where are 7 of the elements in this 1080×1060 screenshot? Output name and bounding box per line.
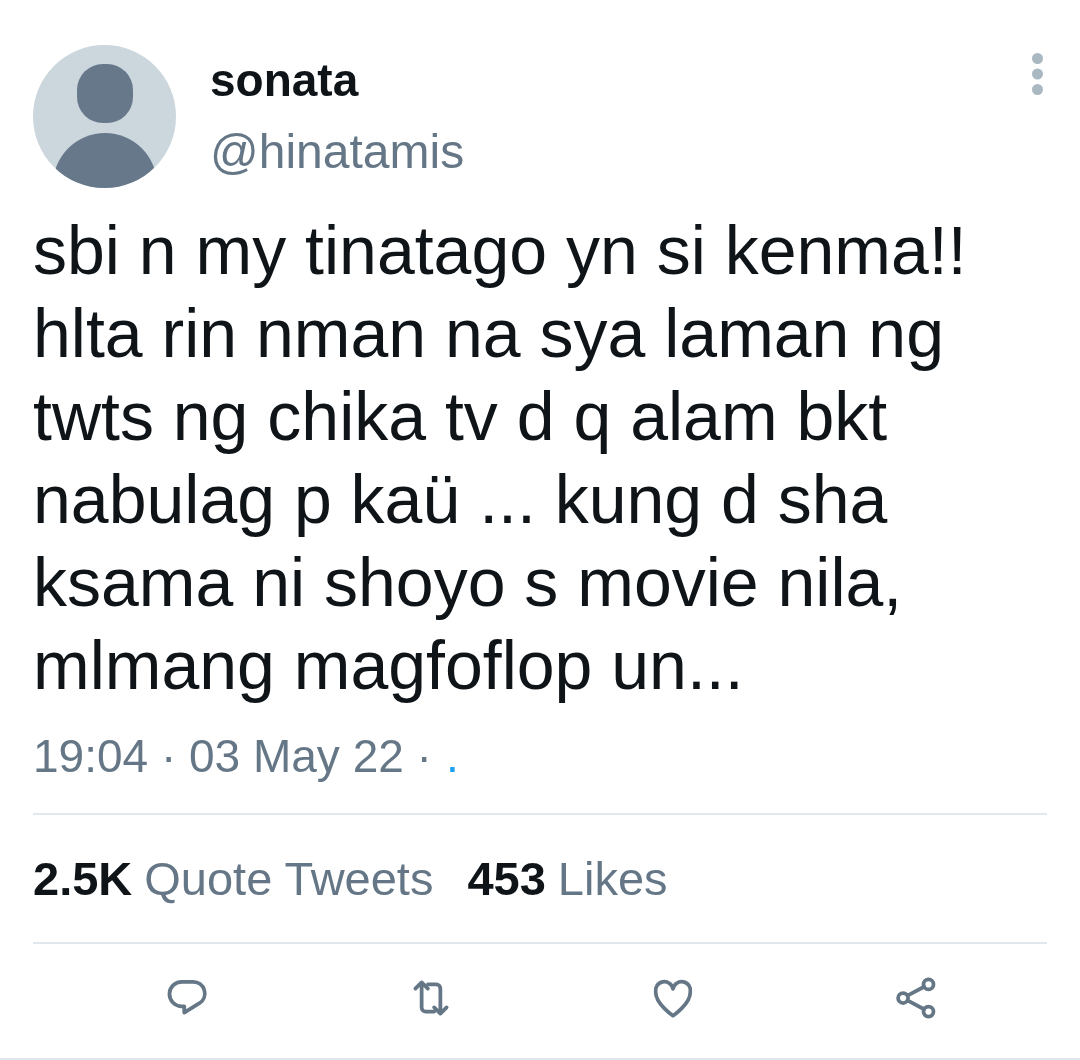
avatar-icon[interactable] [33,45,176,188]
user-handle: @hinatamis [210,124,465,180]
tweet-timestamp: 19:04 · 03 May 22 · [33,730,432,783]
tweet-text: sbi n my tinatago yn si kenma!! hlta rin nman na sya laman ng twts ng chika tv d q alam bkt nabulag p kaü ... kung d sha ksama ni shoyo s movie nila, mlmang magfoflop un... [33,211,968,705]
stat-link[interactable]: 2.5K Quote Tweets [33,851,434,906]
stat-link[interactable]: 453 Likes [467,851,668,906]
display-name: sonata [210,53,359,108]
